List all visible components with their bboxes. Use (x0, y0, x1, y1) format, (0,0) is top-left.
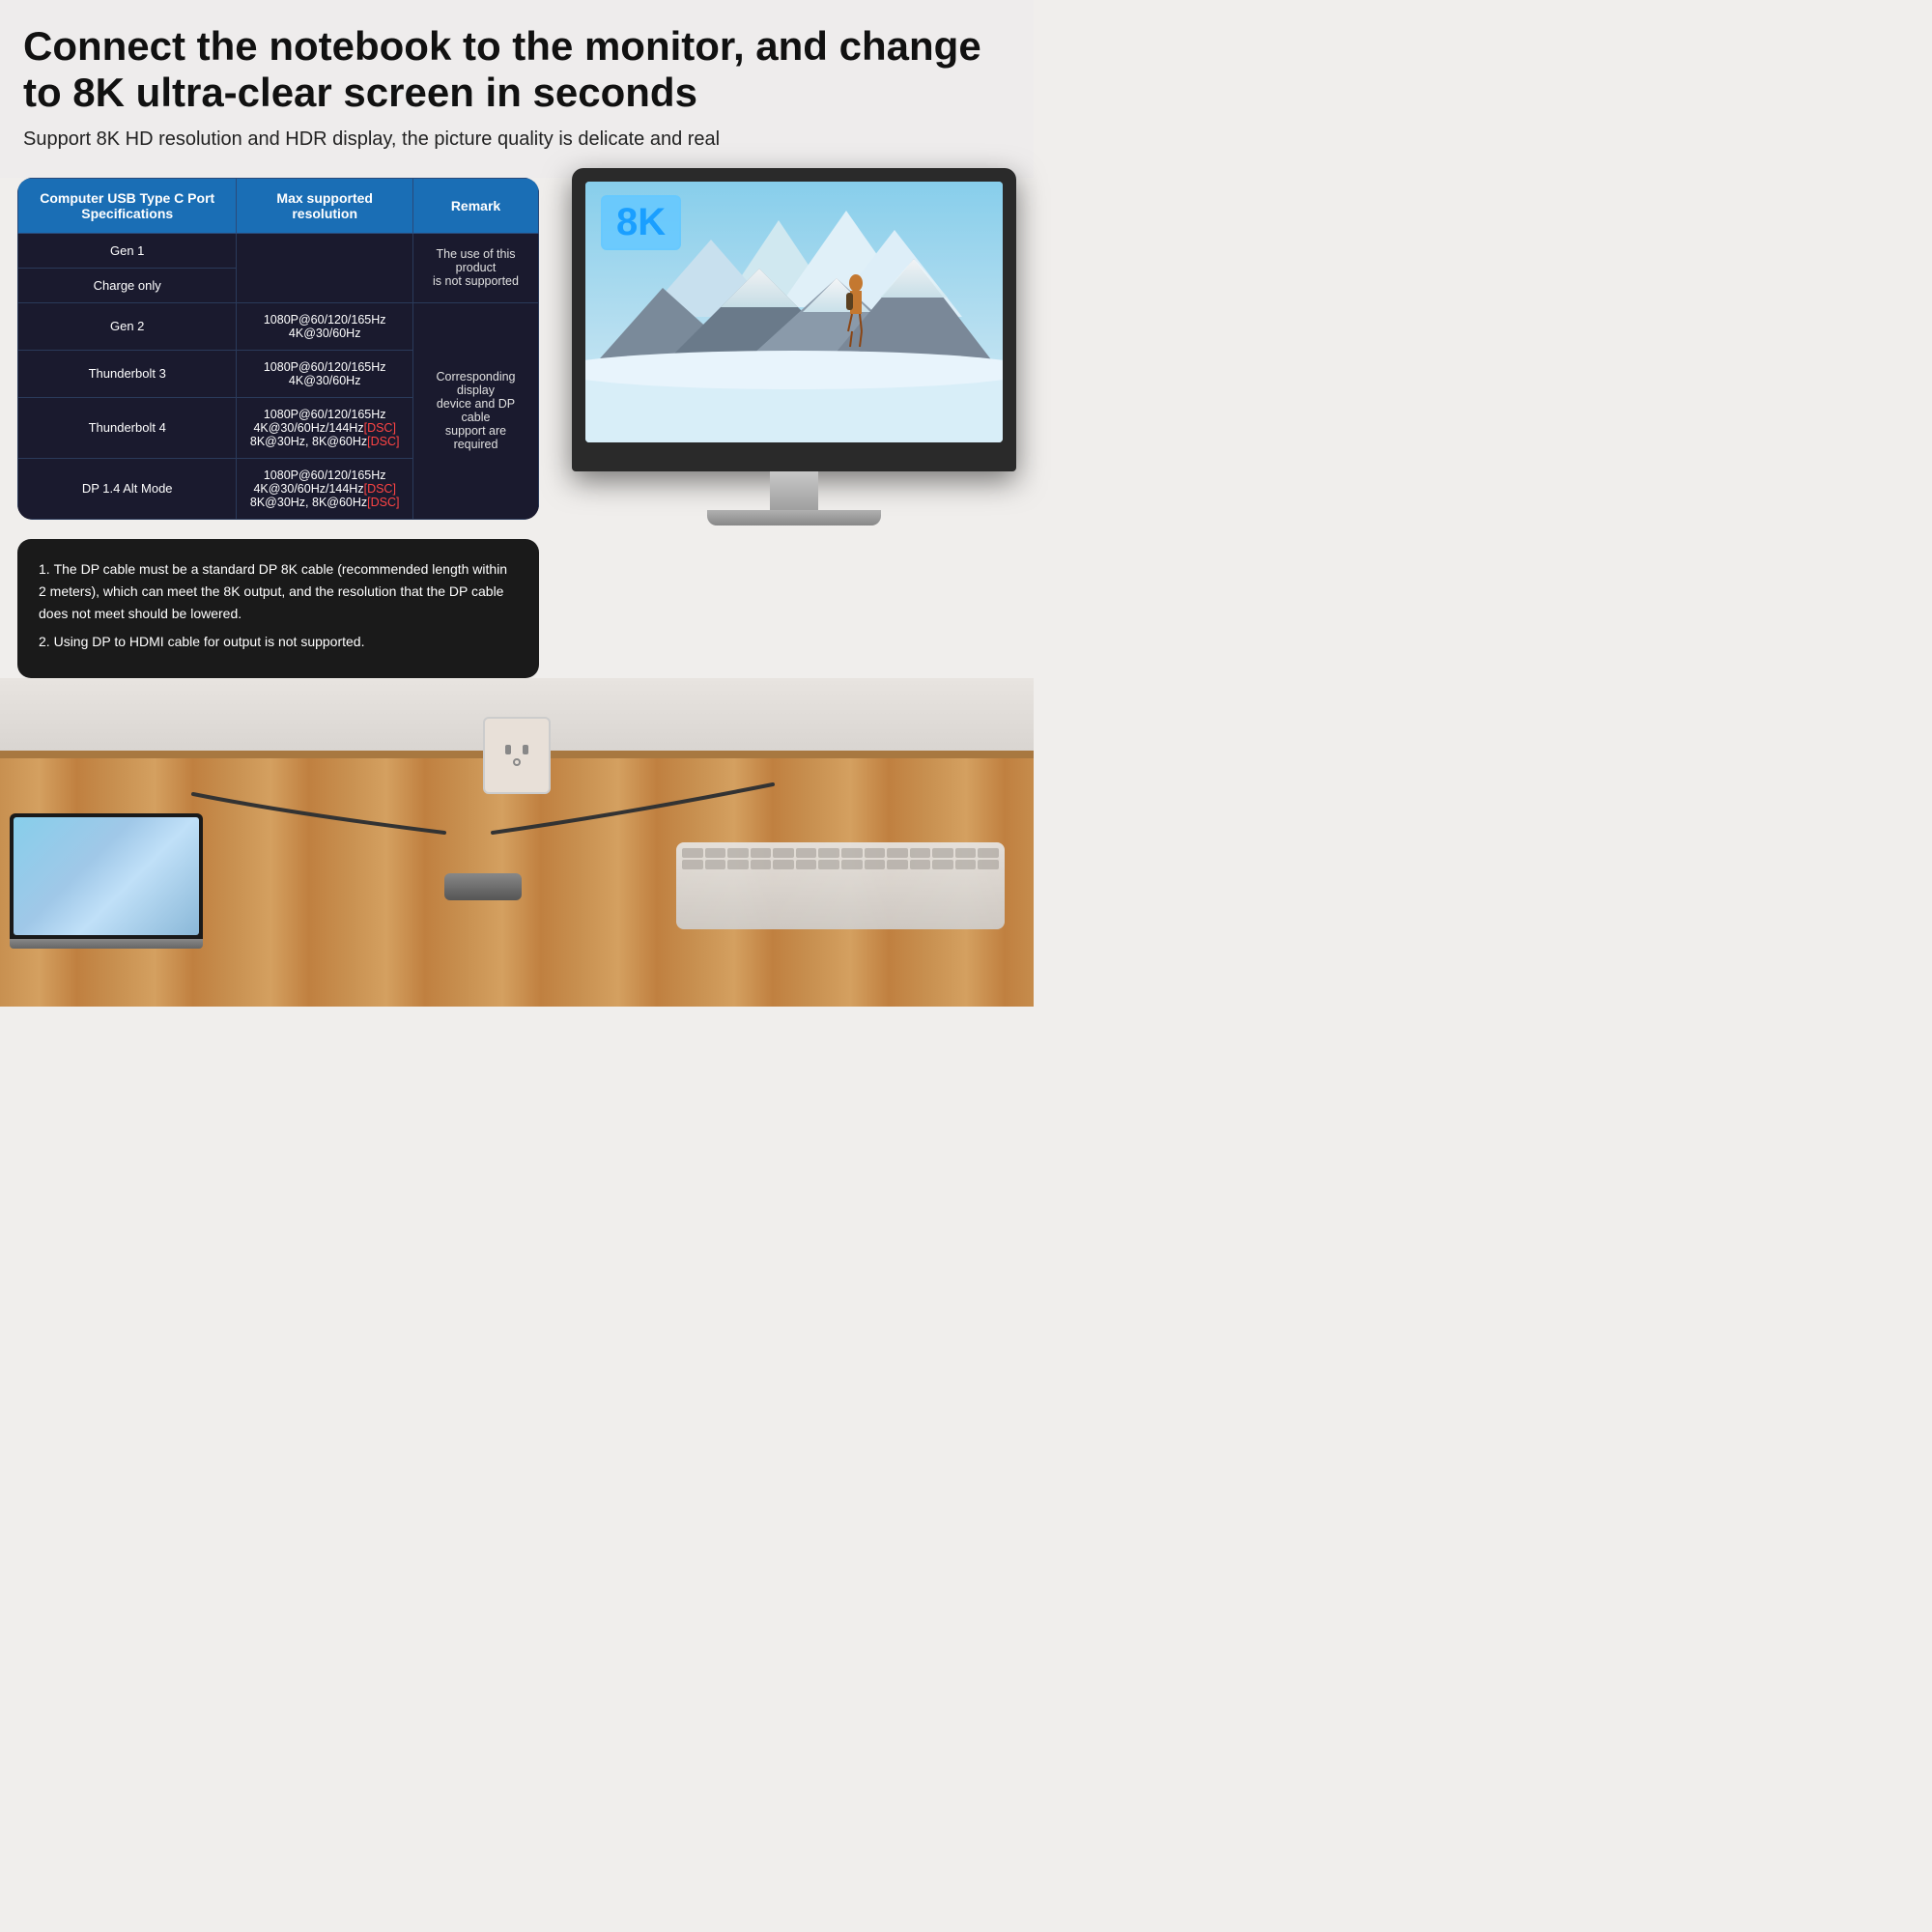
notes-box: 1. The DP cable must be a standard DP 8K… (17, 539, 539, 678)
laptop (10, 813, 203, 949)
table-row: Gen 2 1080P@60/120/165Hz4K@30/60Hz Corre… (18, 302, 539, 350)
content-row: Computer USB Type C Port Specifications … (0, 178, 1034, 678)
key (796, 860, 817, 869)
compatibility-table-wrapper: Computer USB Type C Port Specifications … (17, 178, 539, 520)
key (978, 848, 999, 858)
laptop-display (14, 817, 199, 935)
key (932, 860, 953, 869)
col3-header: Remark (413, 178, 539, 233)
table-row: Gen 1 The use of this productis not supp… (18, 233, 539, 268)
key (955, 860, 977, 869)
monitor-column: 8K (539, 178, 1016, 678)
8k-badge: 8K (601, 195, 681, 250)
key (865, 860, 886, 869)
keyboard-keys (676, 842, 1005, 875)
key (841, 860, 863, 869)
outlet-prong-left (505, 745, 511, 754)
left-column: Computer USB Type C Port Specifications … (17, 178, 539, 678)
laptop-body (10, 939, 203, 949)
monitor-stand-neck (770, 471, 818, 510)
key (978, 860, 999, 869)
desk-scene (0, 678, 1034, 1007)
power-outlet (483, 717, 551, 794)
key (796, 848, 817, 858)
key (727, 860, 749, 869)
resolution-dp14: 1080P@60/120/165Hz4K@30/60Hz/144Hz[DSC]8… (237, 458, 413, 519)
key (955, 848, 977, 858)
header-section: Connect the notebook to the monitor, and… (0, 0, 1034, 178)
resolution-empty-1 (237, 233, 413, 302)
key (910, 848, 931, 858)
usb-adapter (444, 873, 522, 900)
key (751, 860, 772, 869)
port-charge-only: Charge only (18, 268, 237, 302)
monitor-container: 8K (572, 168, 1016, 526)
key (932, 848, 953, 858)
key (705, 848, 726, 858)
laptop-screen (10, 813, 203, 939)
port-tb3: Thunderbolt 3 (18, 350, 237, 397)
page-wrapper: Connect the notebook to the monitor, and… (0, 0, 1034, 1007)
resolution-tb3: 1080P@60/120/165Hz4K@30/60Hz (237, 350, 413, 397)
key (865, 848, 886, 858)
key (682, 848, 703, 858)
port-tb4: Thunderbolt 4 (18, 397, 237, 458)
key (705, 860, 726, 869)
outlet-ground (513, 758, 521, 766)
note-item-2: 2. Using DP to HDMI cable for output is … (39, 631, 518, 653)
col1-header: Computer USB Type C Port Specifications (18, 178, 237, 233)
remark-corresponding: Corresponding displaydevice and DP cable… (413, 302, 539, 519)
port-gen1: Gen 1 (18, 233, 237, 268)
key (818, 848, 839, 858)
outlet-prong-right (523, 745, 528, 754)
resolution-tb4: 1080P@60/120/165Hz4K@30/60Hz/144Hz[DSC]8… (237, 397, 413, 458)
key (751, 848, 772, 858)
key (773, 848, 794, 858)
note-item-1: 1. The DP cable must be a standard DP 8K… (39, 558, 518, 625)
key (887, 848, 908, 858)
note-1-number: 1. (39, 561, 54, 577)
compatibility-table: Computer USB Type C Port Specifications … (17, 178, 539, 520)
note-2-text: Using DP to HDMI cable for output is not… (54, 634, 365, 649)
subtitle: Support 8K HD resolution and HDR display… (23, 128, 1010, 151)
key (910, 860, 931, 869)
port-gen2: Gen 2 (18, 302, 237, 350)
note-2-number: 2. (39, 634, 54, 649)
keyboard (676, 842, 1005, 929)
key (841, 848, 863, 858)
key (773, 860, 794, 869)
key (727, 848, 749, 858)
main-title: Connect the notebook to the monitor, and… (23, 23, 1010, 117)
resolution-gen2: 1080P@60/120/165Hz4K@30/60Hz (237, 302, 413, 350)
port-dp14: DP 1.4 Alt Mode (18, 458, 237, 519)
outlet-prongs (505, 745, 528, 754)
note-1-text: The DP cable must be a standard DP 8K ca… (39, 561, 507, 621)
key (682, 860, 703, 869)
key (887, 860, 908, 869)
monitor-stand-base (707, 510, 881, 526)
monitor-screen: 8K (585, 182, 1003, 442)
monitor-bezel: 8K (572, 168, 1016, 471)
key (818, 860, 839, 869)
remark-not-supported: The use of this productis not supported (413, 233, 539, 302)
col2-header: Max supported resolution (237, 178, 413, 233)
